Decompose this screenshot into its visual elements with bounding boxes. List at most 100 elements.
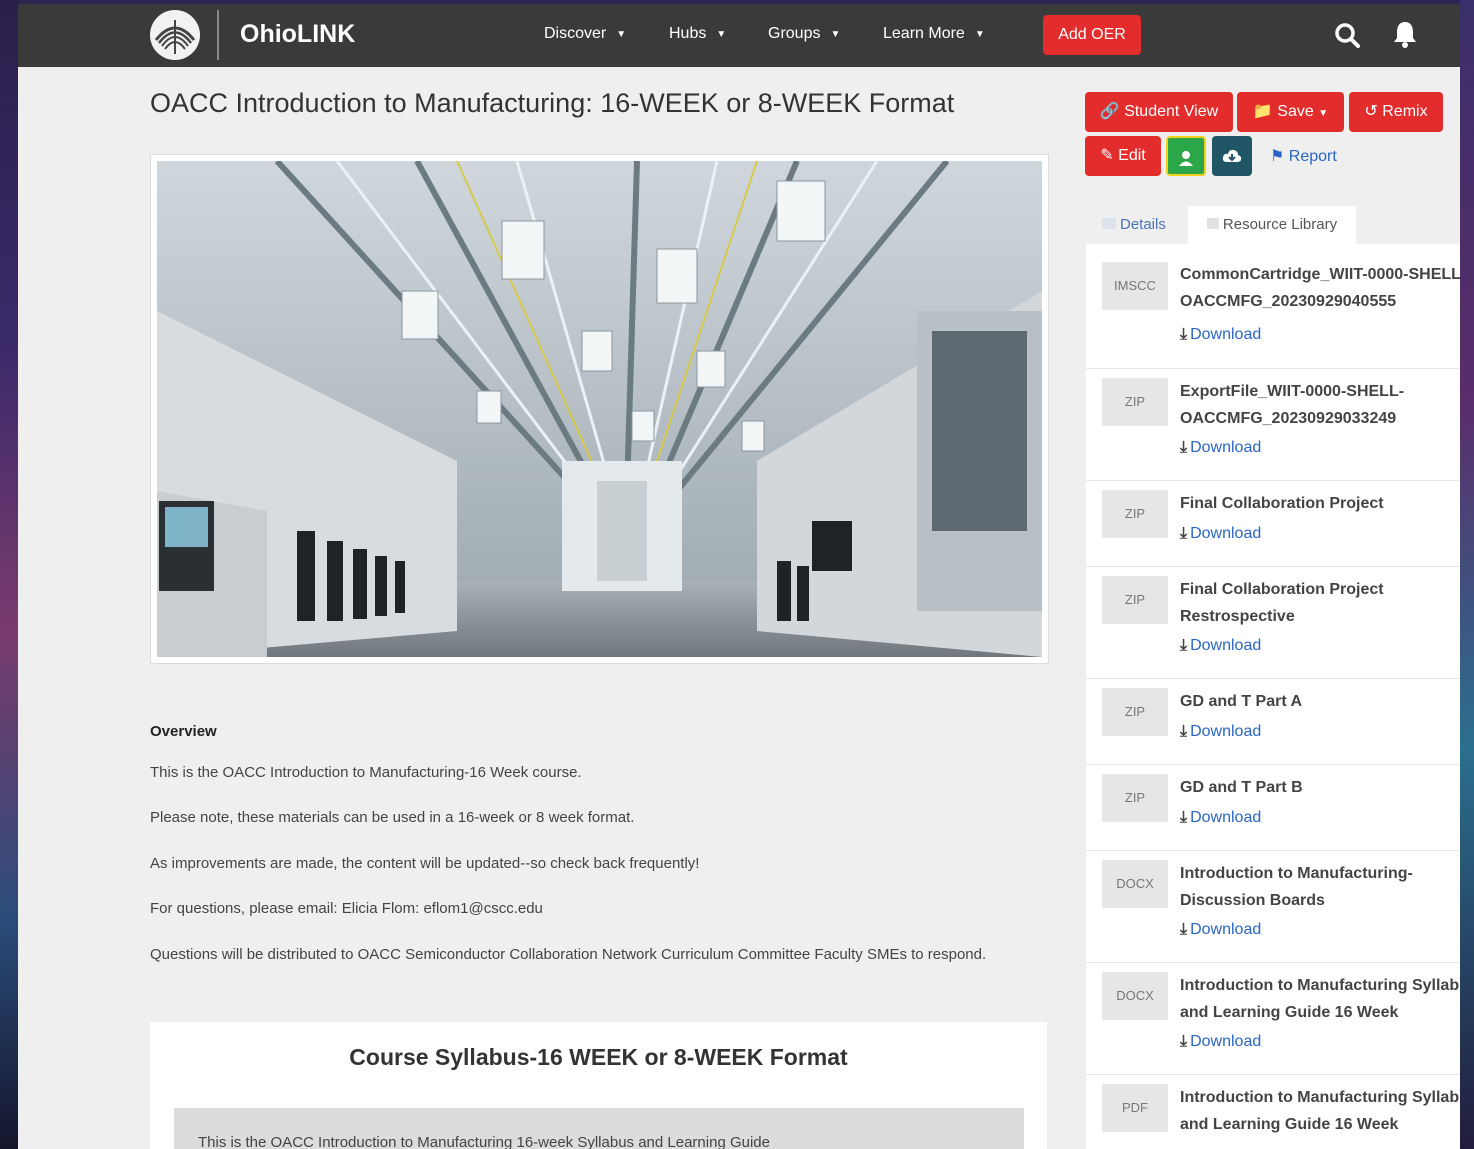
list-item: IMSCC CommonCartridge_WIIT-0000-SHELL- O… bbox=[1086, 244, 1460, 369]
file-name-line1: Introduction to Manufacturing Syllabus bbox=[1180, 1089, 1460, 1106]
download-icon: ⤓ bbox=[1180, 525, 1188, 542]
cloud-download-button[interactable] bbox=[1212, 136, 1252, 176]
chevron-down-icon: ▼ bbox=[716, 29, 727, 40]
browser-page: OhioLINK Discover ▼ Hubs ▼ Groups ▼ Learn M… bbox=[18, 4, 1460, 1149]
file-type-badge: IMSCC bbox=[1102, 262, 1168, 310]
tab-details-label: Details bbox=[1120, 216, 1166, 233]
flag-icon: ⚑ bbox=[1270, 148, 1285, 165]
file-type-badge: DOCX bbox=[1102, 972, 1168, 1020]
file-name-line1: Final Collaboration Project bbox=[1180, 495, 1384, 512]
file-name-line1: GD and T Part A bbox=[1180, 693, 1303, 710]
nav-learn-more[interactable]: Learn More ▼ bbox=[883, 25, 985, 43]
file-name: Introduction to Manufacturing Syllabus a… bbox=[1180, 972, 1460, 1026]
page-title: OACC Introduction to Manufacturing: 16-W… bbox=[150, 88, 955, 118]
tab-details[interactable]: Details bbox=[1088, 206, 1186, 246]
nav-hubs[interactable]: Hubs ▼ bbox=[669, 25, 726, 43]
file-type-badge: ZIP bbox=[1102, 490, 1168, 538]
save-button[interactable]: 📁 Save ▼ bbox=[1237, 92, 1344, 132]
download-link[interactable]: ⤓ Download bbox=[1180, 921, 1261, 939]
user-icon bbox=[1177, 149, 1195, 166]
download-link[interactable]: ⤓ Download bbox=[1180, 637, 1261, 655]
syllabus-text: This is the OACC Introduction to Manufac… bbox=[198, 1134, 770, 1149]
report-label: Report bbox=[1288, 148, 1337, 165]
list-item: DOCX Introduction to Manufacturing Sylla… bbox=[1086, 962, 1460, 1075]
details-icon bbox=[1102, 218, 1116, 229]
add-oer-button[interactable]: Add OER bbox=[1043, 15, 1141, 55]
overview-paragraph: Questions will be distributed to OACC Se… bbox=[150, 946, 987, 963]
hero-image-frame bbox=[150, 154, 1049, 664]
list-item: ZIP Final Collaboration Project Restrosp… bbox=[1086, 566, 1460, 679]
pencil-icon: ✎ bbox=[1100, 147, 1114, 164]
file-name-line2: OACCMFG_20230929040555 bbox=[1180, 293, 1397, 310]
folder-icon: 📁 bbox=[1252, 103, 1273, 120]
file-type-badge: ZIP bbox=[1102, 576, 1168, 624]
download-label: Download bbox=[1190, 637, 1262, 654]
download-icon: ⤓ bbox=[1180, 1033, 1188, 1050]
list-item: ZIP ExportFile_WIIT-0000-SHELL- OACCMFG_… bbox=[1086, 368, 1460, 481]
file-name: Introduction to Manufacturing- Discussio… bbox=[1180, 860, 1460, 914]
file-name-line1: Introduction to Manufacturing Syllabus bbox=[1180, 977, 1460, 994]
download-label: Download bbox=[1190, 723, 1262, 740]
logo-divider bbox=[217, 10, 219, 60]
remix-button[interactable]: ↺ Remix bbox=[1349, 92, 1443, 132]
chevron-down-icon: ▼ bbox=[974, 29, 985, 40]
link-icon: 🔗 bbox=[1099, 103, 1120, 120]
file-name-line2: OACCMFG_20230929033249 bbox=[1180, 410, 1397, 427]
file-name-line2: and Learning Guide 16 Week bbox=[1180, 1004, 1399, 1021]
ohiolink-logo-icon[interactable] bbox=[150, 10, 200, 60]
download-label: Download bbox=[1190, 439, 1262, 456]
file-type-badge: DOCX bbox=[1102, 860, 1168, 908]
download-icon: ⤓ bbox=[1180, 921, 1188, 938]
list-item: ZIP Final Collaboration Project ⤓ Downloa… bbox=[1086, 480, 1460, 567]
file-name-line2: and Learning Guide 16 Week bbox=[1180, 1116, 1399, 1133]
nav-hubs-label: Hubs bbox=[669, 25, 707, 42]
search-icon[interactable] bbox=[1334, 22, 1360, 53]
file-name: Final Collaboration Project Restrospecti… bbox=[1180, 576, 1460, 630]
bell-icon[interactable] bbox=[1392, 20, 1418, 53]
overview-paragraph: Please note, these materials can be used… bbox=[150, 809, 635, 826]
nav-discover-label: Discover bbox=[544, 25, 607, 42]
list-item: ZIP GD and T Part A ⤓ Download bbox=[1086, 678, 1460, 765]
file-name: GD and T Part B bbox=[1180, 774, 1460, 801]
download-link[interactable]: ⤓ Download bbox=[1180, 1033, 1261, 1051]
list-item: PDF Introduction to Manufacturing Syllab… bbox=[1086, 1074, 1460, 1149]
nav-discover[interactable]: Discover ▼ bbox=[544, 25, 626, 43]
download-label: Download bbox=[1190, 1033, 1262, 1050]
file-name: CommonCartridge_WIIT-0000-SHELL- OACCMFG… bbox=[1180, 261, 1460, 315]
download-link[interactable]: ⤓ Download bbox=[1180, 723, 1261, 741]
nav-groups[interactable]: Groups ▼ bbox=[768, 25, 840, 43]
tab-resource-library[interactable]: Resource Library bbox=[1188, 206, 1356, 246]
file-name-line1: Introduction to Manufacturing- bbox=[1180, 865, 1413, 882]
file-name: Introduction to Manufacturing Syllabus a… bbox=[1180, 1084, 1460, 1138]
file-type-badge: PDF bbox=[1102, 1084, 1168, 1132]
file-name-line1: ExportFile_WIIT-0000-SHELL- bbox=[1180, 383, 1405, 400]
assign-user-button[interactable] bbox=[1166, 136, 1206, 176]
download-link[interactable]: ⤓ Download bbox=[1180, 809, 1261, 827]
list-item: ZIP GD and T Part B ⤓ Download bbox=[1086, 764, 1460, 851]
brand-name[interactable]: OhioLINK bbox=[240, 20, 355, 49]
file-type-badge: ZIP bbox=[1102, 774, 1168, 822]
top-navbar: OhioLINK Discover ▼ Hubs ▼ Groups ▼ Learn M… bbox=[18, 4, 1460, 67]
download-label: Download bbox=[1190, 525, 1262, 542]
syllabus-box: This is the OACC Introduction to Manufac… bbox=[174, 1108, 1024, 1149]
chevron-down-icon: ▼ bbox=[1318, 108, 1329, 119]
chevron-down-icon: ▼ bbox=[830, 29, 841, 40]
report-link[interactable]: ⚑ Report bbox=[1270, 146, 1337, 166]
download-icon: ⤓ bbox=[1180, 326, 1188, 343]
remix-label: Remix bbox=[1382, 103, 1428, 120]
file-name-line2: Restrospective bbox=[1180, 608, 1295, 625]
download-link[interactable]: ⤓ Download bbox=[1180, 326, 1261, 344]
file-name-line2: Discussion Boards bbox=[1180, 892, 1325, 909]
file-name: GD and T Part A bbox=[1180, 688, 1460, 715]
download-link[interactable]: ⤓ Download bbox=[1180, 439, 1261, 457]
file-name: Final Collaboration Project bbox=[1180, 490, 1460, 517]
overview-paragraph: As improvements are made, the content wi… bbox=[150, 855, 700, 872]
file-name-line1: CommonCartridge_WIIT-0000-SHELL- bbox=[1180, 266, 1460, 283]
nav-learn-more-label: Learn More bbox=[883, 25, 965, 42]
book-icon bbox=[1206, 218, 1219, 229]
student-view-button[interactable]: 🔗 Student View bbox=[1085, 92, 1233, 132]
chevron-down-icon: ▼ bbox=[616, 29, 627, 40]
edit-button[interactable]: ✎ Edit bbox=[1085, 136, 1161, 176]
overview-paragraph: For questions, please email: Elicia Flom… bbox=[150, 900, 543, 917]
download-link[interactable]: ⤓ Download bbox=[1180, 525, 1261, 543]
